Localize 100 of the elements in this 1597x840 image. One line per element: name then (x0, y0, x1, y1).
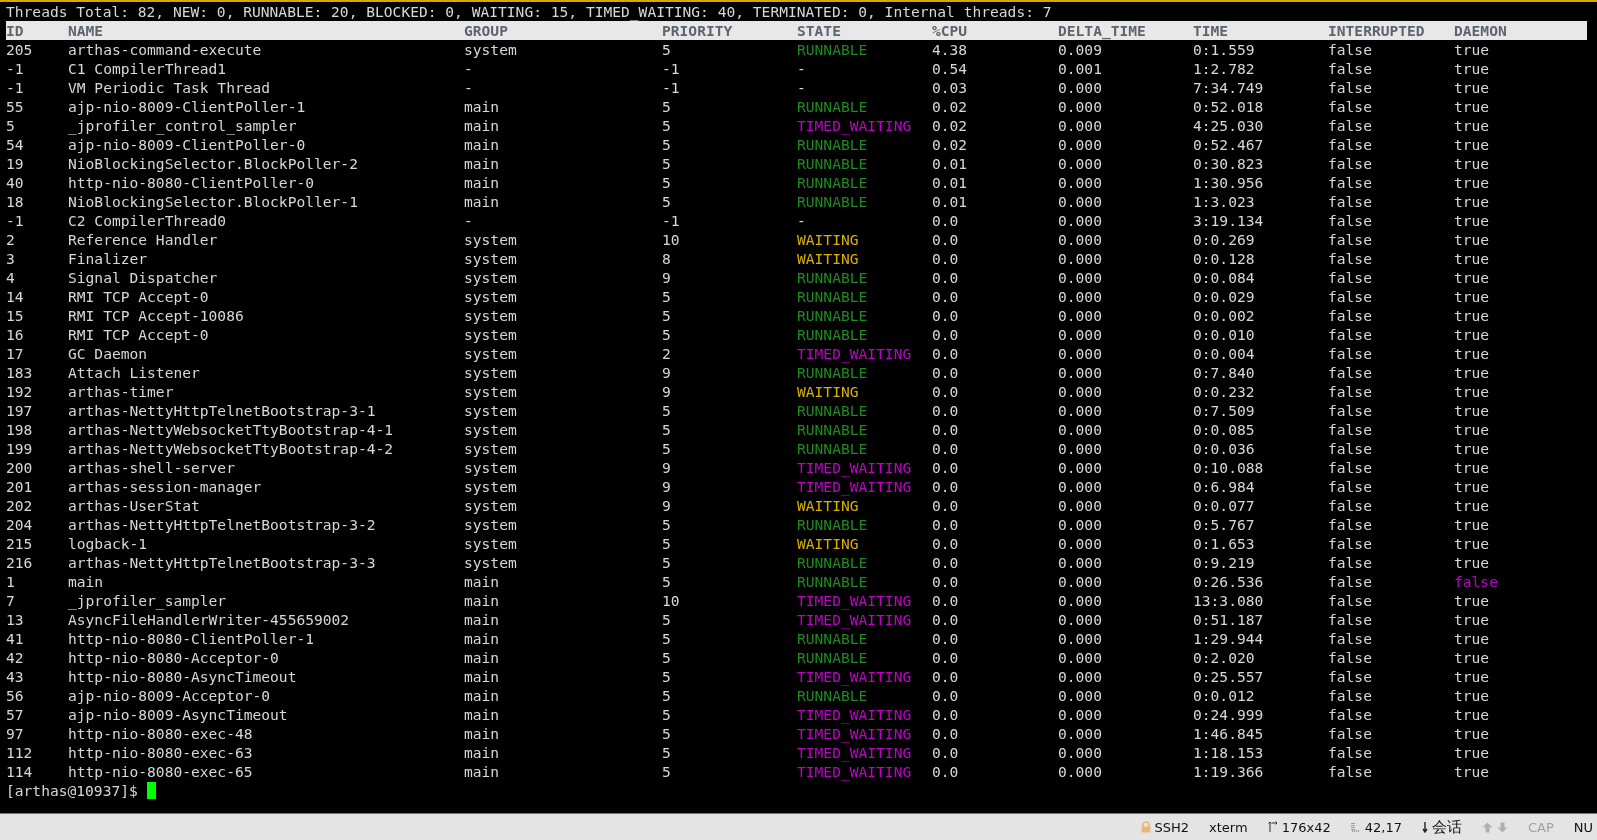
lock-icon (1140, 821, 1151, 833)
name-cell-text: NioBlockingSelector.BlockPoller-2 (68, 154, 359, 173)
delta-time-cell-text: 0.000 (1058, 287, 1103, 306)
delta-time-cell-text: 0.000 (1058, 572, 1103, 591)
delta-time-cell-text: 0.000 (1058, 325, 1103, 344)
group-cell-text: main (464, 610, 501, 629)
session-label: 会话 (1431, 817, 1462, 837)
column-header: NAME (68, 21, 105, 40)
cpu-cell-text: 0.0 (932, 762, 960, 781)
name-cell-text: RMI TCP Accept-10086 (68, 306, 245, 325)
state-cell-text: RUNNABLE (797, 515, 869, 534)
daemon-cell-text: true (1454, 477, 1491, 496)
time-cell-text: 13:3.080 (1193, 591, 1265, 610)
name-cell-text: arthas-session-manager (68, 477, 263, 496)
state-cell-text: TIMED_WAITING (797, 743, 913, 762)
time-cell-text: 0:7.509 (1193, 401, 1256, 420)
daemon-cell-text: true (1454, 382, 1491, 401)
interrupted-cell-text: false (1328, 667, 1373, 686)
id-cell-text: 97 (6, 724, 25, 743)
priority-cell-text: 5 (662, 534, 672, 553)
group-cell-text: main (464, 135, 501, 154)
daemon-cell-text: true (1454, 287, 1491, 306)
text-cursor (146, 782, 156, 799)
group-cell-text: system (464, 344, 518, 363)
interrupted-cell-text: false (1328, 401, 1373, 420)
time-cell-text: 0:51.187 (1193, 610, 1265, 629)
time-cell-text: 0:30.823 (1193, 154, 1265, 173)
state-cell-text: RUNNABLE (797, 325, 869, 344)
priority-cell-text: 5 (662, 192, 672, 211)
id-cell-text: -1 (6, 59, 25, 78)
id-cell-text: 18 (6, 192, 25, 211)
state-cell-text: RUNNABLE (797, 686, 869, 705)
time-cell-text: 0:52.018 (1193, 97, 1265, 116)
state-cell-text: RUNNABLE (797, 648, 869, 667)
cpu-cell-text: 0.0 (932, 648, 960, 667)
daemon-cell-text: true (1454, 192, 1491, 211)
name-cell-text: VM Periodic Task Thread (68, 78, 272, 97)
delta-time-cell-text: 0.000 (1058, 116, 1103, 135)
cpu-cell-text: 0.0 (932, 287, 960, 306)
state-cell-text: TIMED_WAITING (797, 477, 913, 496)
interrupted-cell-text: false (1328, 477, 1373, 496)
delta-time-cell-text: 0.000 (1058, 515, 1103, 534)
delta-time-cell-text: 0.000 (1058, 363, 1103, 382)
priority-cell-text: 9 (662, 496, 672, 515)
id-cell-text: 202 (6, 496, 34, 515)
group-cell-text: system (464, 439, 518, 458)
time-cell-text: 3:19.134 (1193, 211, 1265, 230)
interrupted-cell-text: false (1328, 40, 1373, 59)
daemon-cell-text: true (1454, 230, 1491, 249)
id-cell-text: 2 (6, 230, 16, 249)
priority-cell-text: 5 (662, 401, 672, 420)
delta-time-cell-text: 0.000 (1058, 306, 1103, 325)
up-arrow-icon (1481, 821, 1493, 833)
state-cell-text: RUNNABLE (797, 401, 869, 420)
priority-cell-text: 5 (662, 629, 672, 648)
daemon-cell-text: true (1454, 401, 1491, 420)
daemon-cell-text: true (1454, 686, 1491, 705)
delta-time-cell-text: 0.000 (1058, 211, 1103, 230)
daemon-cell-text: true (1454, 78, 1491, 97)
id-cell-text: 15 (6, 306, 25, 325)
state-cell-text: TIMED_WAITING (797, 724, 913, 743)
state-cell-text: TIMED_WAITING (797, 116, 913, 135)
group-cell-text: main (464, 667, 501, 686)
interrupted-cell-text: false (1328, 154, 1373, 173)
state-cell-text: TIMED_WAITING (797, 344, 913, 363)
id-cell-text: 192 (6, 382, 34, 401)
group-cell-text: main (464, 629, 501, 648)
priority-cell-text: 5 (662, 572, 672, 591)
priority-cell-text: -1 (662, 78, 681, 97)
daemon-cell-text: true (1454, 648, 1491, 667)
delta-time-cell-text: 0.000 (1058, 135, 1103, 154)
cpu-cell-text: 0.54 (932, 59, 969, 78)
id-cell-text: -1 (6, 211, 25, 230)
daemon-cell-text: true (1454, 135, 1491, 154)
state-cell-text: RUNNABLE (797, 154, 869, 173)
id-cell-text: 4 (6, 268, 16, 287)
time-cell-text: 0:1.559 (1193, 40, 1256, 59)
cpu-cell-text: 0.0 (932, 325, 960, 344)
id-cell-text: 14 (6, 287, 25, 306)
interrupted-cell-text: false (1328, 344, 1373, 363)
priority-cell-text: -1 (662, 59, 681, 78)
daemon-cell-text: true (1454, 762, 1491, 781)
cpu-cell-text: 0.0 (932, 458, 960, 477)
state-cell-text: RUNNABLE (797, 173, 869, 192)
group-cell-text: system (464, 477, 518, 496)
cpu-cell-text: 0.0 (932, 686, 960, 705)
daemon-cell-text: true (1454, 743, 1491, 762)
group-cell-text: main (464, 724, 501, 743)
name-cell-text: RMI TCP Accept-0 (68, 325, 210, 344)
state-cell-text: TIMED_WAITING (797, 667, 913, 686)
name-cell-text: ajp-nio-8009-Acceptor-0 (68, 686, 272, 705)
time-cell-text: 0:0.029 (1193, 287, 1256, 306)
id-cell-text: 55 (6, 97, 25, 116)
cpu-cell-text: 4.38 (932, 40, 969, 59)
column-header: %CPU (932, 21, 969, 40)
state-cell-text: RUNNABLE (797, 268, 869, 287)
id-cell-text: 19 (6, 154, 25, 173)
state-cell-text: - (797, 59, 807, 78)
group-cell-text: main (464, 192, 501, 211)
priority-cell-text: 9 (662, 458, 672, 477)
